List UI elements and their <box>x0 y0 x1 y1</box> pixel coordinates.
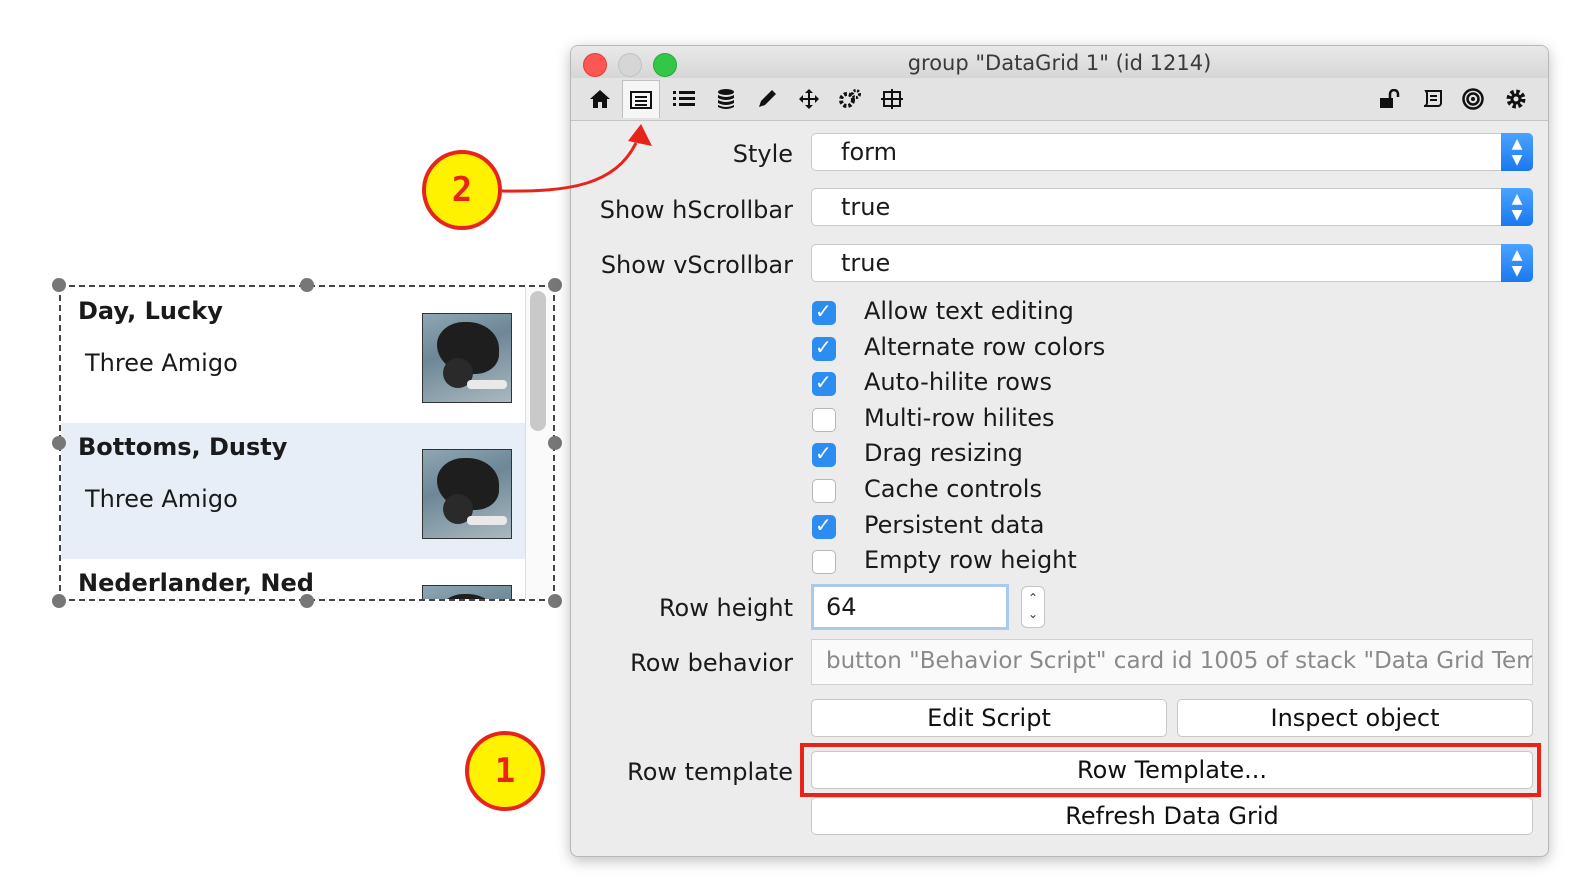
callout-two: 2 <box>422 150 502 230</box>
callout-one: 1 <box>465 731 545 811</box>
callout-arrow <box>501 124 652 193</box>
